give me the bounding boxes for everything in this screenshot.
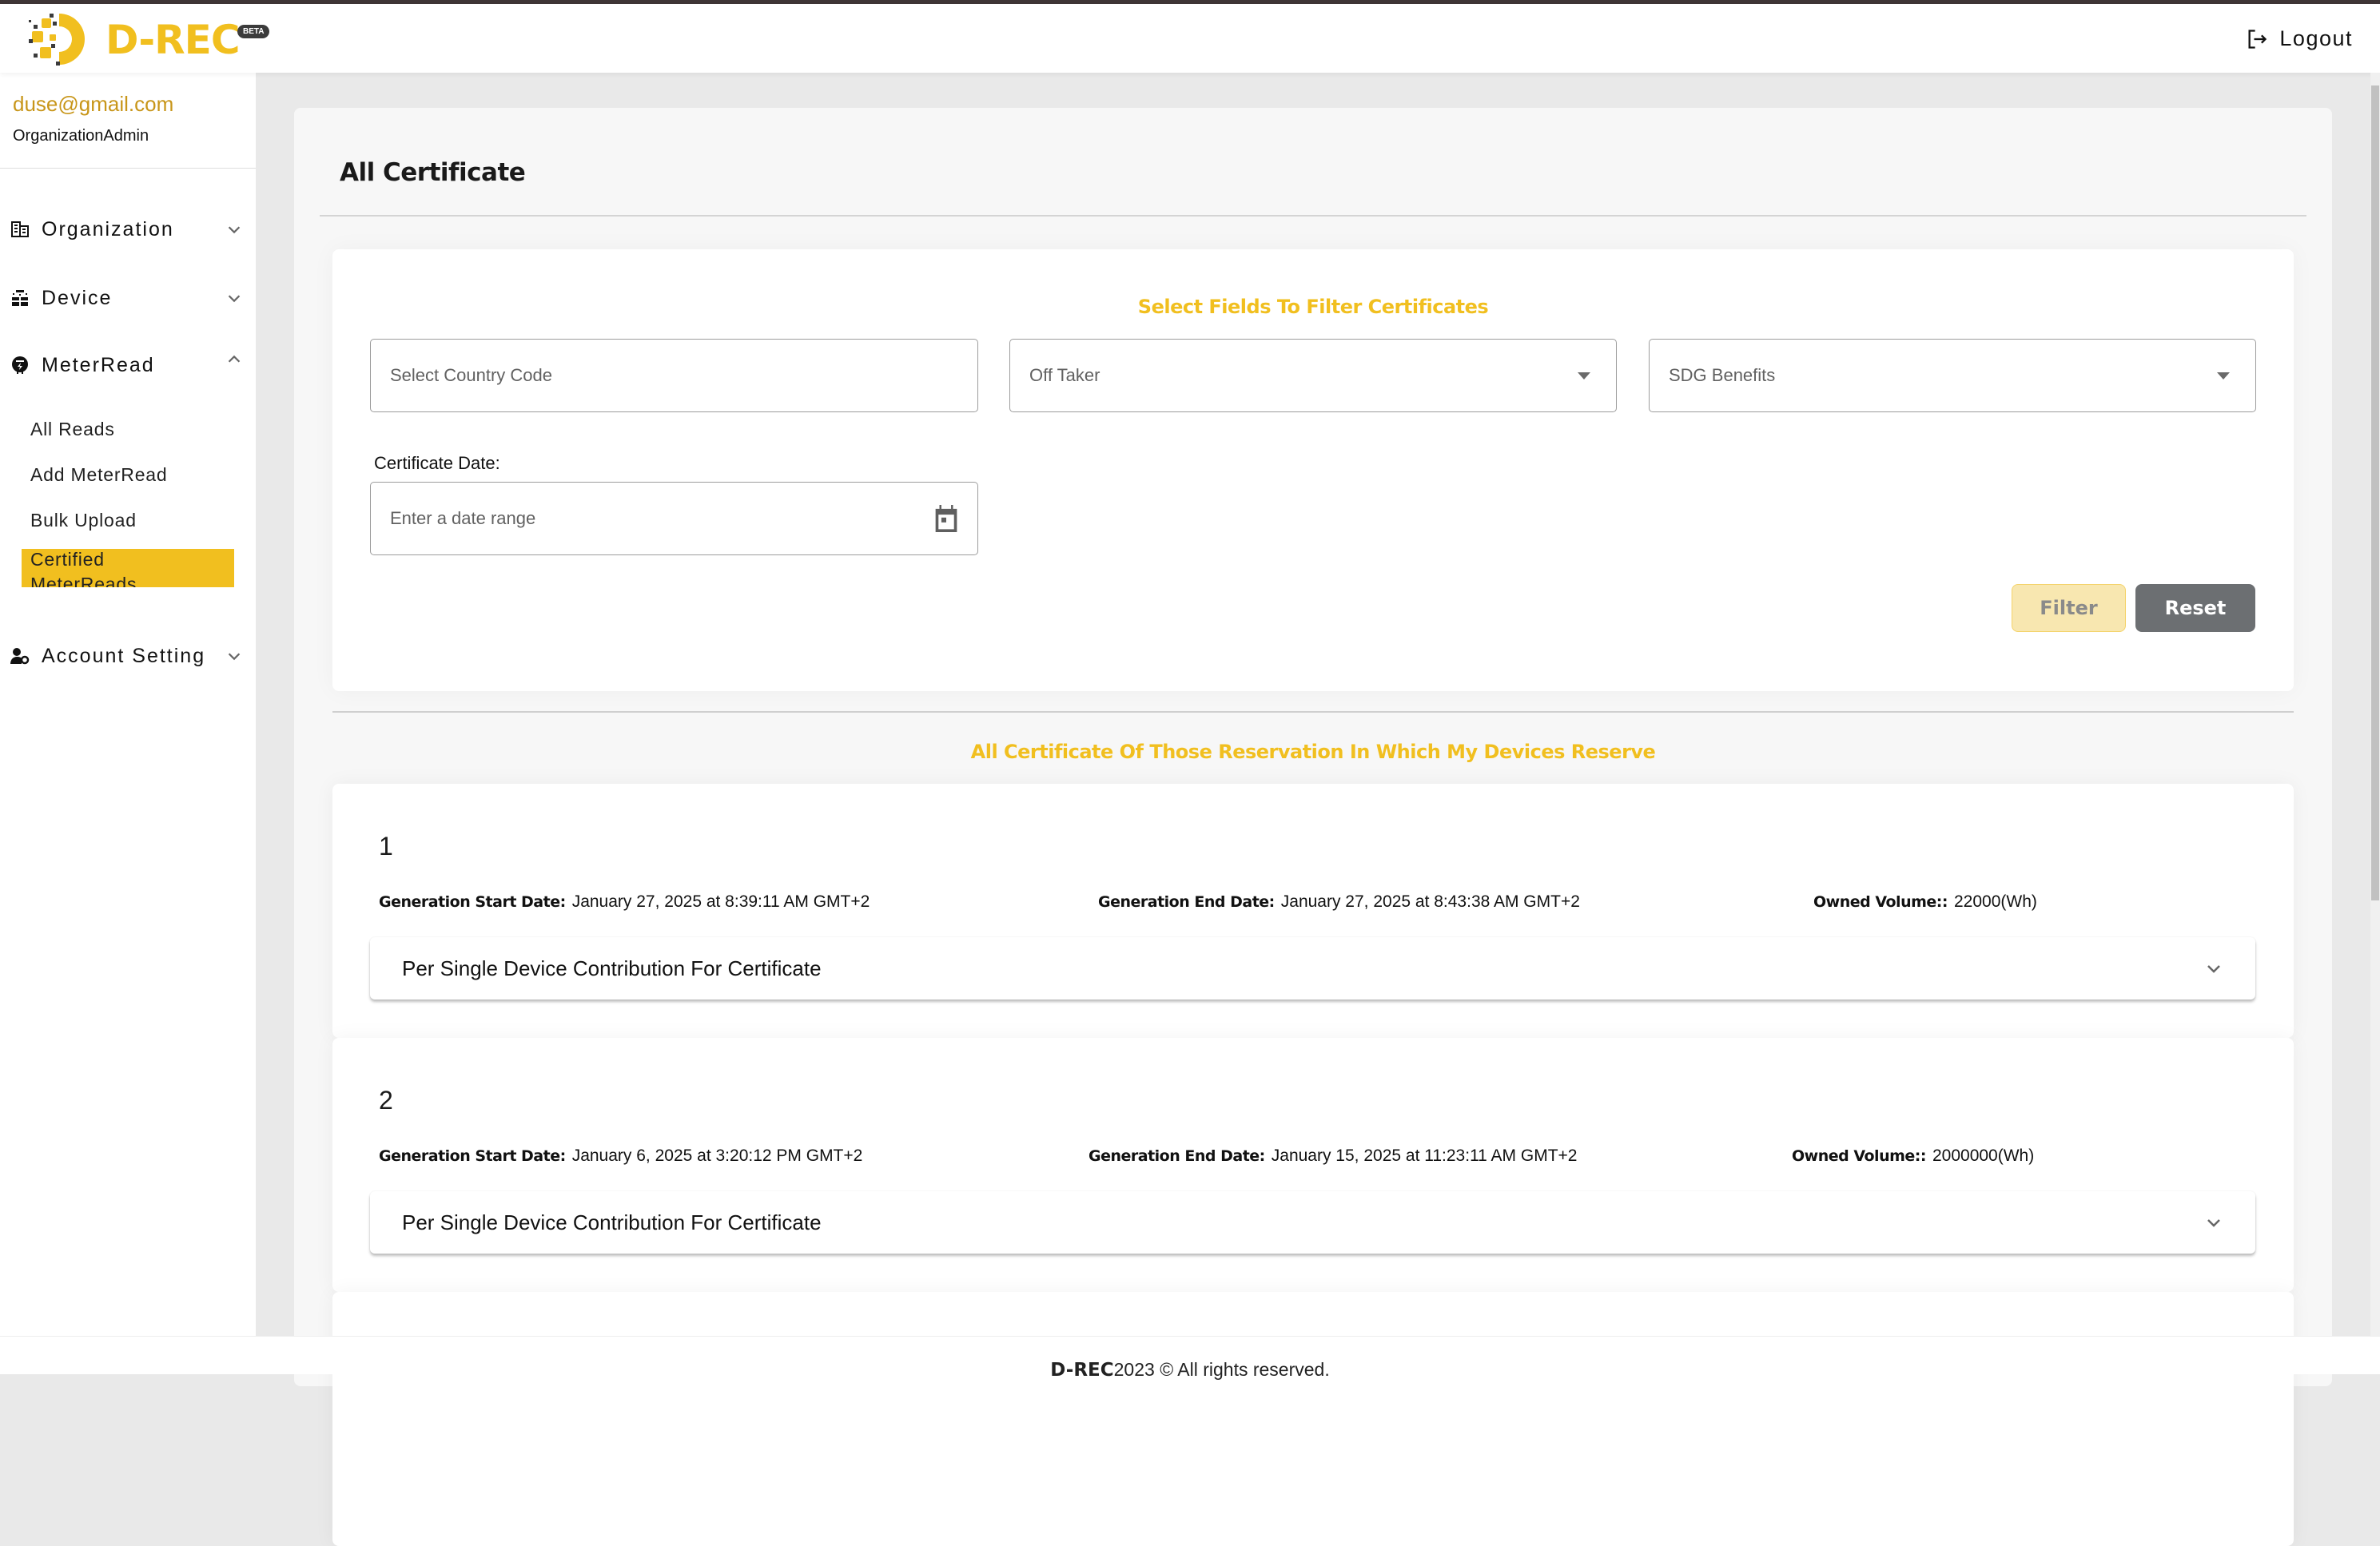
user-role: OrganizationAdmin: [13, 127, 149, 145]
submenu-add-meterread[interactable]: Add MeterRead: [30, 464, 168, 486]
filter-button[interactable]: Filter: [2012, 584, 2126, 632]
sidebar-item-label: MeterRead: [42, 353, 155, 376]
generation-start-date: Generation Start Date: January 27, 2025 a…: [379, 892, 870, 912]
dropdown-arrow-icon: [2217, 372, 2230, 380]
dropdown-arrow-icon: [1578, 372, 1590, 380]
footer-brand: D-REC: [1050, 1360, 1114, 1381]
chevron-down-icon: [2207, 1219, 2220, 1227]
device-contribution-accordion[interactable]: Per Single Device Contribution For Certi…: [370, 1191, 2255, 1254]
logout-button[interactable]: Logout: [2246, 26, 2353, 51]
generation-end-date: Generation End Date: January 27, 2025 at …: [1098, 892, 1580, 912]
end-date-label: Generation End Date:: [1098, 893, 1275, 911]
section-divider: [332, 711, 2294, 713]
footer: D-REC 2023 © All rights reserved.: [0, 1336, 2380, 1381]
country-code-input[interactable]: Select Country Code: [370, 339, 978, 412]
d-rec-logo-icon: [29, 14, 85, 66]
certificates-heading: All Certificate Of Those Reservation In …: [970, 741, 1656, 763]
chevron-down-icon: [228, 653, 241, 661]
certificate-card: [332, 1292, 2294, 1546]
certificate-number: 1: [379, 832, 393, 860]
owned-volume-value: 22000(Wh): [1953, 892, 2037, 911]
end-date-label: Generation End Date:: [1089, 1147, 1265, 1165]
sidebar-item-organization[interactable]: Organization: [10, 209, 246, 249]
brand-name: D-REC: [105, 17, 241, 63]
submenu-label: Certified MeterReads: [30, 549, 137, 587]
page-title: All Certificate: [340, 158, 526, 187]
start-date-value: January 6, 2025 at 3:20:12 PM GMT+2: [571, 1147, 863, 1165]
sidebar-item-label: Account Setting: [42, 644, 206, 667]
title-divider: [320, 215, 2306, 217]
sidebar: duse@gmail.com OrganizationAdmin Organiz…: [0, 73, 256, 1336]
generation-start-date: Generation Start Date: January 6, 2025 at…: [379, 1147, 862, 1166]
offtaker-select[interactable]: Off Taker: [1009, 339, 1617, 412]
beta-badge: BETA: [237, 25, 270, 38]
page-scrollbar[interactable]: [2370, 73, 2380, 1336]
end-date-value: January 15, 2025 at 11:23:11 AM GMT+2: [1271, 1147, 1578, 1165]
owned-volume-label: Owned Volume::: [1792, 1147, 1926, 1165]
main-content: All Certificate Select Fields To Filter …: [294, 108, 2332, 1546]
reset-button[interactable]: Reset: [2135, 584, 2255, 632]
solar-panel-icon: [10, 288, 30, 308]
logout-label: Logout: [2279, 26, 2353, 50]
device-contribution-accordion[interactable]: Per Single Device Contribution For Certi…: [370, 937, 2255, 1000]
submenu-certified-meterreads[interactable]: Certified MeterReads: [22, 549, 234, 587]
start-date-label: Generation Start Date:: [379, 1147, 566, 1165]
scrollbar-thumb[interactable]: [2371, 85, 2379, 900]
owned-volume-value: 2000000(Wh): [1932, 1147, 2035, 1165]
chevron-down-icon: [228, 295, 241, 303]
brand-logo[interactable]: D-REC BETA: [18, 7, 270, 71]
app-header: D-REC BETA Logout: [0, 4, 2380, 73]
sidebar-divider: [0, 168, 256, 169]
meter-icon: [10, 355, 30, 376]
sdg-benefits-select[interactable]: SDG Benefits: [1649, 339, 2256, 412]
chevron-down-icon: [2207, 965, 2220, 973]
accordion-title: Per Single Device Contribution For Certi…: [402, 956, 822, 980]
start-date-value: January 27, 2025 at 8:39:11 AM GMT+2: [571, 892, 870, 911]
sidebar-item-meterread[interactable]: MeterRead: [10, 345, 246, 385]
certificate-date-label: Certificate Date:: [374, 453, 500, 473]
filter-panel: Select Fields To Filter Certificates Sel…: [332, 249, 2294, 691]
certificate-number: 2: [379, 1086, 393, 1115]
submenu-all-reads[interactable]: All Reads: [30, 419, 115, 440]
generation-end-date: Generation End Date: January 15, 2025 at …: [1089, 1147, 1577, 1166]
chevron-down-icon: [228, 226, 241, 234]
end-date-value: January 27, 2025 at 8:43:38 AM GMT+2: [1280, 892, 1580, 911]
owned-volume: Owned Volume:: 2000000(Wh): [1792, 1147, 2034, 1166]
sidebar-item-device[interactable]: Device: [10, 278, 246, 318]
filter-heading: Select Fields To Filter Certificates: [1137, 296, 1489, 318]
sidebar-item-label: Device: [42, 286, 113, 309]
owned-volume: Owned Volume:: 22000(Wh): [1813, 892, 2037, 912]
user-gear-icon: [10, 646, 30, 666]
date-range-input[interactable]: Enter a date range: [370, 482, 978, 555]
calendar-icon[interactable]: [934, 505, 958, 532]
sdg-benefits-placeholder: SDG Benefits: [1669, 365, 1776, 385]
offtaker-placeholder: Off Taker: [1029, 365, 1100, 385]
submenu-bulk-upload[interactable]: Bulk Upload: [30, 510, 137, 531]
owned-volume-label: Owned Volume::: [1813, 893, 1948, 911]
footer-copyright: 2023 © All rights reserved.: [1113, 1359, 1330, 1380]
certificate-card: 2 Generation Start Date: January 6, 2025 …: [332, 1038, 2294, 1292]
certificate-card: 1 Generation Start Date: January 27, 2025…: [332, 784, 2294, 1038]
chevron-up-icon: [228, 355, 241, 363]
sidebar-item-account-setting[interactable]: Account Setting: [10, 636, 246, 676]
accordion-title: Per Single Device Contribution For Certi…: [402, 1210, 822, 1234]
country-code-placeholder: Select Country Code: [390, 365, 552, 385]
date-range-placeholder: Enter a date range: [390, 508, 536, 528]
footer-text: D-REC 2023 © All rights reserved.: [1050, 1348, 1329, 1381]
start-date-label: Generation Start Date:: [379, 893, 566, 911]
user-email: duse@gmail.com: [13, 92, 174, 116]
building-icon: [10, 219, 30, 240]
sidebar-item-label: Organization: [42, 217, 174, 240]
logout-icon: [2248, 29, 2267, 49]
